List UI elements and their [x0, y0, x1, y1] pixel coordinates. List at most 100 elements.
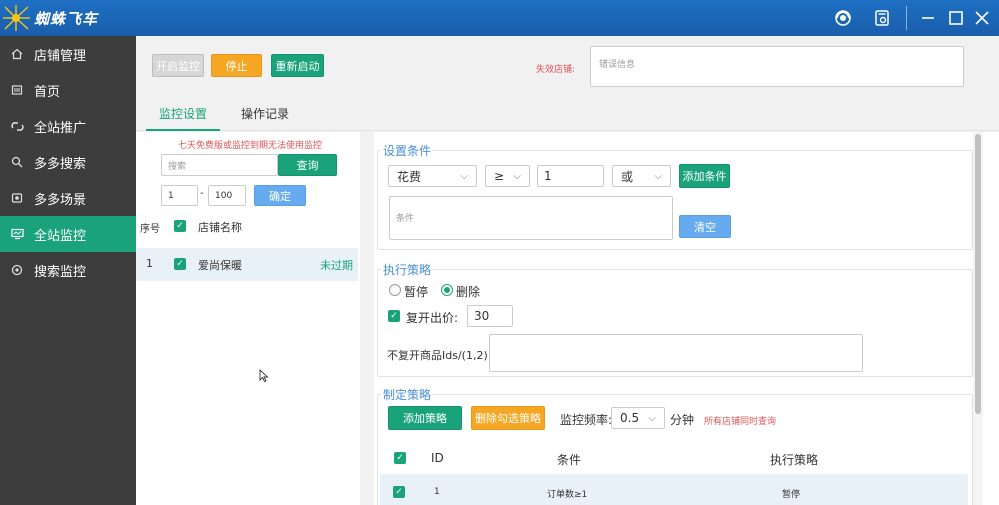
reopen-bid-checkbox[interactable]: ✓ [388, 310, 400, 322]
start-monitor-button[interactable]: 开启监控 [152, 54, 204, 77]
home-icon [0, 48, 34, 60]
minimize-icon[interactable] [913, 0, 943, 36]
search-monitor-icon [0, 264, 34, 276]
reopen-bid-label: 复开出价: [406, 311, 459, 325]
select-all-checkbox[interactable]: ✓ [174, 220, 186, 232]
store-search-input[interactable]: 搜索 [161, 154, 278, 176]
confirm-button[interactable]: 确定 [254, 185, 306, 206]
chevron-down-icon: ⌵ [654, 170, 662, 182]
sidebar-item-site-promotion[interactable]: 全站推广 [0, 108, 136, 144]
monitor-frequency-value: 0.5 [620, 411, 640, 425]
restart-button[interactable]: 重新启动 [271, 54, 324, 77]
sidebar-item-label: 多多场景 [34, 192, 87, 208]
monitor-frequency-select[interactable]: 0.5 ⌵ [611, 407, 665, 429]
exclude-ids-label: 不复开商品Ids/(1,2) [387, 349, 488, 362]
condition-field-value: 花费 [397, 169, 422, 184]
clear-button[interactable]: 清空 [679, 215, 731, 238]
strategy-select-all-checkbox[interactable]: ✓ [394, 452, 406, 464]
column-header-index: 序号 [140, 224, 160, 235]
chevron-down-icon: ⌵ [460, 170, 468, 182]
store-list-panel: 七天免费版或监控到期无法使用监控 搜索 查询 1 - 100 确定 序号 ✓ 店… [136, 132, 360, 505]
condition-logic-select[interactable]: 或 ⌵ [612, 165, 671, 187]
sidebar-item-store-management[interactable]: 店铺管理 [0, 36, 136, 72]
strategy-row-condition: 订单数≥1 [547, 490, 588, 500]
add-strategy-button[interactable]: 添加策略 [388, 406, 462, 430]
stop-button[interactable]: 停止 [211, 54, 262, 77]
row-status-badge: 未过期 [320, 259, 353, 272]
titlebar-divider [906, 6, 907, 30]
sidebar-item-label: 多多搜索 [34, 156, 87, 172]
delete-radio[interactable] [441, 284, 453, 296]
range-to-input[interactable]: 100 [208, 185, 246, 206]
support-icon[interactable] [828, 0, 858, 36]
strategy-row-action: 暂停 [782, 490, 801, 500]
column-header-condition: 条件 [557, 453, 582, 467]
plan-title: 制定策略 [381, 386, 434, 403]
condition-operator-select[interactable]: ≥ ⌵ [485, 165, 530, 187]
column-header-action: 执行策略 [770, 453, 819, 467]
link-icon [0, 120, 34, 133]
page-icon [0, 84, 34, 96]
sidebar-item-label: 搜索监控 [34, 264, 87, 280]
exclude-ids-input[interactable] [489, 334, 863, 372]
conditions-title: 设置条件 [381, 142, 434, 159]
sidebar-item-search-monitor[interactable]: 搜索监控 [0, 252, 136, 288]
error-info-field[interactable]: 错误信息 [590, 46, 964, 87]
sidebar-item-label: 店铺管理 [34, 48, 87, 64]
sidebar-item-label: 全站推广 [34, 120, 87, 136]
chevron-down-icon: ⌵ [513, 170, 521, 182]
scrollbar-thumb[interactable] [975, 134, 981, 414]
sidebar-item-duoduo-search[interactable]: 多多搜索 [0, 144, 136, 180]
strategy-row-id: 1 [434, 487, 440, 497]
row-checkbox[interactable]: ✓ [174, 258, 186, 270]
range-separator: - [200, 188, 204, 199]
strategy-title: 执行策略 [381, 261, 434, 278]
range-from-input[interactable]: 1 [161, 185, 198, 206]
invalid-store-label: 失效店铺: [536, 65, 576, 75]
condition-operator-value: ≥ [494, 169, 505, 183]
monitor-frequency-label: 监控频率: [560, 413, 613, 427]
app-title: 蜘蛛飞车 [34, 9, 99, 28]
table-row[interactable]: ✓ 1 订单数≥1 暂停 [380, 474, 968, 505]
mouse-cursor-icon [259, 368, 269, 383]
scene-icon [0, 192, 34, 204]
condition-logic-value: 或 [621, 169, 634, 184]
sidebar: 店铺管理 首页 全站推广 多多搜索 多多场景 全站监控 搜索监控 [0, 36, 136, 505]
row-store-name: 爱尚保暖 [198, 259, 242, 272]
title-bar: 蜘蛛飞车 [0, 0, 999, 36]
tab-monitor-settings[interactable]: 监控设置 [146, 97, 220, 131]
strategy-row-checkbox[interactable]: ✓ [393, 486, 405, 498]
delete-selected-strategy-button[interactable]: 删除勾选策略 [471, 406, 545, 430]
row-index: 1 [146, 257, 153, 270]
pause-label: 暂停 [404, 285, 429, 299]
sidebar-item-label: 全站监控 [34, 228, 87, 244]
tab-operation-log[interactable]: 操作记录 [228, 97, 302, 131]
table-row[interactable]: 1 ✓ 爱尚保暖 未过期 [136, 248, 358, 281]
sidebar-item-label: 首页 [34, 84, 61, 100]
pause-radio[interactable] [389, 284, 401, 296]
delete-label: 删除 [456, 285, 481, 299]
frequency-unit: 分钟 [670, 413, 695, 427]
query-button[interactable]: 查询 [278, 154, 337, 176]
sidebar-item-site-monitor[interactable]: 全站监控 [0, 216, 136, 252]
settings-panel: 设置条件 花费 ⌵ ≥ ⌵ 1 或 ⌵ 添加条件 条件 清空 执行策略 暂停 删… [374, 132, 999, 505]
conditions-textarea[interactable]: 条件 [389, 196, 673, 240]
spider-logo-icon [2, 3, 32, 33]
settings-scrollbar[interactable] [973, 132, 983, 505]
chevron-down-icon: ⌵ [648, 412, 656, 424]
settings-icon[interactable] [867, 0, 897, 36]
condition-field-select[interactable]: 花费 ⌵ [388, 165, 477, 187]
column-header-store-name: 店铺名称 [198, 221, 242, 234]
close-icon[interactable] [967, 0, 997, 36]
simultaneous-query-note: 所有店铺同时查询 [704, 417, 777, 427]
app-logo: 蜘蛛飞车 [0, 0, 136, 36]
column-header-id: ID [431, 451, 444, 465]
sidebar-item-duoduo-scene[interactable]: 多多场景 [0, 180, 136, 216]
sidebar-item-home[interactable]: 首页 [0, 72, 136, 108]
tab-bar: 监控设置 操作记录 [136, 97, 999, 131]
main-area: 开启监控 停止 重新启动 失效店铺: 错误信息 监控设置 操作记录 七天免费版或… [136, 36, 999, 505]
condition-number-input[interactable]: 1 [537, 165, 604, 187]
add-condition-button[interactable]: 添加条件 [679, 164, 730, 188]
reopen-bid-input[interactable]: 30 [467, 305, 513, 327]
free-version-notice: 七天免费版或监控到期无法使用监控 [178, 141, 323, 151]
